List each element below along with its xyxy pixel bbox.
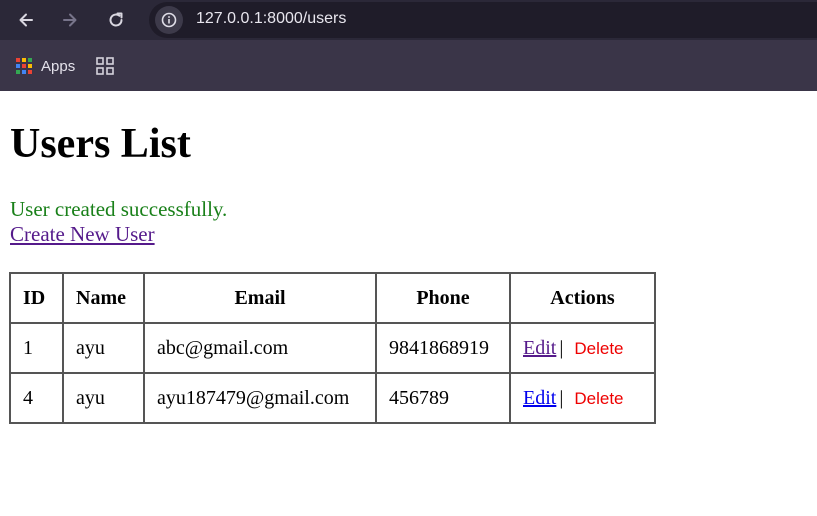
delete-button[interactable]: Delete [574, 389, 623, 408]
reload-button[interactable] [100, 4, 132, 36]
arrow-right-icon [63, 13, 77, 27]
success-message: User created successfully. [10, 197, 228, 221]
delete-button[interactable]: Delete [574, 339, 623, 358]
header-email: Email [143, 272, 377, 324]
back-button[interactable] [10, 4, 42, 36]
forward-button[interactable] [54, 4, 86, 36]
browser-toolbar: 127.0.0.1:8000/users [0, 0, 817, 40]
edit-link[interactable]: Edit [523, 337, 556, 359]
action-separator: | [559, 336, 564, 359]
users-table: ID Name Email Phone Actions 1 ayu abc@gm… [9, 272, 656, 424]
create-user-link[interactable]: Create New User [10, 222, 155, 246]
table-row: 1 ayu abc@gmail.com 9841868919 Edit | Dele… [9, 322, 656, 374]
page-content: Users List User created successfully. Cr… [0, 91, 817, 516]
address-bar[interactable]: 127.0.0.1:8000/users [149, 2, 817, 38]
cell-name: ayu [62, 372, 145, 424]
arrow-left-icon [19, 13, 33, 27]
cell-actions: Edit | Delete [509, 322, 656, 374]
url-text[interactable]: 127.0.0.1:8000/users [196, 10, 346, 28]
table-header-row: ID Name Email Phone Actions [9, 272, 656, 324]
tab-groups-button[interactable] [95, 56, 115, 76]
cell-id: 4 [9, 372, 64, 424]
cell-name: ayu [62, 322, 145, 374]
apps-grid-icon [16, 58, 32, 74]
cell-phone: 9841868919 [375, 322, 511, 374]
cell-email: abc@gmail.com [143, 322, 377, 374]
bookmarks-bar: Apps [0, 40, 817, 91]
table-row: 4 ayu ayu187479@gmail.com 456789 Edit | De… [9, 372, 656, 424]
grid-icon [96, 57, 114, 75]
reload-icon [109, 12, 123, 27]
action-separator: | [559, 386, 564, 409]
edit-link[interactable]: Edit [523, 387, 556, 409]
header-id: ID [9, 272, 64, 324]
header-phone: Phone [375, 272, 511, 324]
info-icon [161, 12, 177, 28]
site-info-button[interactable] [155, 6, 183, 34]
cell-actions: Edit | Delete [509, 372, 656, 424]
apps-bookmark[interactable]: Apps [15, 56, 75, 76]
header-name: Name [62, 272, 145, 324]
cell-phone: 456789 [375, 372, 511, 424]
page-title: Users List [10, 121, 191, 167]
cell-id: 1 [9, 322, 64, 374]
header-actions: Actions [509, 272, 656, 324]
apps-label: Apps [41, 57, 76, 75]
cell-email: ayu187479@gmail.com [143, 372, 377, 424]
